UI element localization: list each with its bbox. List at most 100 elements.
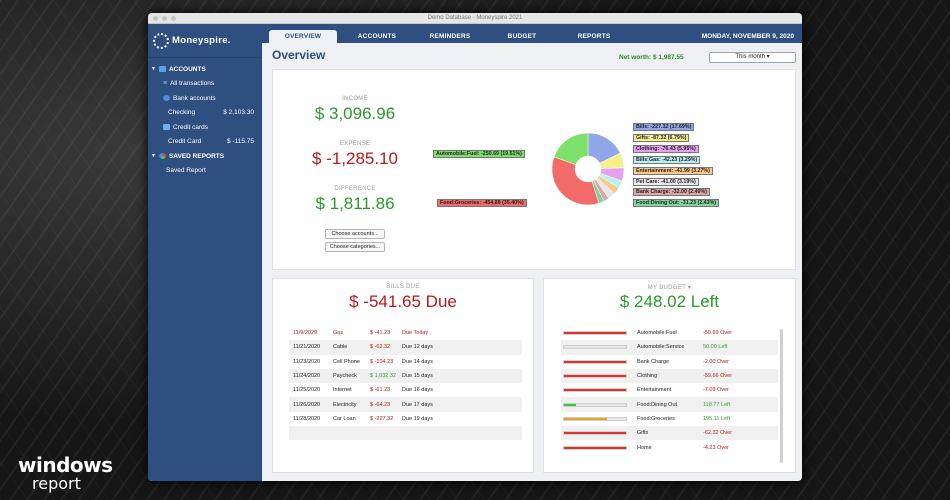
budget-progress-bar bbox=[563, 374, 627, 379]
budget-progress-bar bbox=[563, 445, 627, 450]
budget-row[interactable]: Automobile:Fuel -50.69 Over bbox=[561, 326, 778, 340]
income-label: INCOME bbox=[342, 96, 368, 102]
budget-progress-bar bbox=[563, 431, 627, 436]
bill-name: Car Loan bbox=[333, 415, 356, 422]
bill-amount: $ -61.23 bbox=[370, 387, 391, 394]
app-window: Demo Database - Moneyspire 2021 Moneyspi… bbox=[148, 13, 802, 481]
budget-progress-bar bbox=[563, 345, 627, 350]
budget-progress-fill bbox=[564, 375, 626, 378]
budget-progress-bar bbox=[563, 388, 627, 393]
disclosure-triangle-icon[interactable]: ▼ bbox=[151, 66, 156, 72]
sidebar-accounts-header[interactable]: ▼ ACCOUNTS bbox=[148, 62, 262, 77]
bill-name: Internet bbox=[333, 387, 352, 394]
bill-row[interactable]: 11/21/2020 Cable $ -62.32 Due 12 days bbox=[289, 340, 522, 355]
choose-accounts-button[interactable]: Choose accounts... bbox=[325, 229, 385, 239]
sidebar-item-credit-card[interactable]: Credit Card $ -115.75 bbox=[148, 135, 262, 150]
pie-callout-9: Automobile:Fuel: -250.69 (19.51%) bbox=[433, 150, 525, 158]
pie-callout-2: Clothing: -76.43 (5.95%) bbox=[633, 144, 699, 153]
disclosure-triangle-icon[interactable]: ▼ bbox=[151, 153, 156, 159]
pie-callout-4: Entertainment: -41.99 (3.27%) bbox=[633, 166, 713, 175]
bill-row[interactable]: 11/23/2020 Cell Phone $ -104.23 Due 14 days bbox=[289, 355, 522, 369]
budget-row[interactable]: Food:Groceries 195.11 Left bbox=[561, 412, 778, 426]
budget-category: Food:Dining Out bbox=[637, 401, 678, 408]
budget-scrollbar[interactable] bbox=[780, 329, 783, 463]
title-bar: Demo Database - Moneyspire 2021 bbox=[148, 13, 802, 24]
main-content: Overview Net worth: $ 1,987.55 This mont… bbox=[262, 43, 802, 481]
bill-row[interactable]: 11/28/2020 Car Loan $ -227.32 Due 19 days bbox=[289, 412, 522, 426]
budget-row[interactable]: Gifts -62.32 Over bbox=[561, 426, 778, 441]
net-worth: Net worth: $ 1,987.55 bbox=[619, 54, 684, 61]
bill-row[interactable]: 11/24/2020 Paycheck $ 1,032.32 Due 15 days bbox=[289, 368, 522, 384]
sidebar-saved-reports-header[interactable]: ▼ SAVED REPORTS bbox=[148, 149, 262, 164]
bill-name: Cable bbox=[333, 344, 348, 351]
budget-row[interactable]: Home -4.23 Over bbox=[561, 440, 778, 454]
budget-amount: 50.00 Left bbox=[703, 344, 728, 351]
budget-row[interactable]: Automobile:Service 50.00 Left bbox=[561, 340, 778, 355]
my-budget-dropdown[interactable]: MY BUDGET ▾ bbox=[544, 284, 795, 291]
tab-budget[interactable]: BUDGET bbox=[490, 30, 554, 43]
sidebar-item-bank-accounts[interactable]: Bank accounts bbox=[148, 91, 262, 106]
income-value: $ 3,096.96 bbox=[314, 104, 396, 123]
budget-panel: MY BUDGET ▾ $ 248.02 Left Automobile:Fue… bbox=[543, 278, 796, 473]
bill-row[interactable]: 11/9/2020 Gas $ -41.23 Due Today bbox=[289, 326, 522, 340]
bill-date: 11/23/2020 bbox=[293, 358, 321, 365]
window-controls bbox=[153, 16, 176, 21]
bill-row[interactable]: 11/26/2020 Electricity $ -64.23 Due 17 days bbox=[289, 397, 522, 412]
period-select[interactable]: This month ▾ bbox=[709, 52, 796, 63]
bills-due-total: $ -541.65 Due bbox=[349, 292, 457, 311]
budget-progress-fill bbox=[564, 332, 626, 335]
tab-reports[interactable]: REPORTS bbox=[562, 30, 626, 43]
choose-categories-button[interactable]: Choose categories... bbox=[325, 242, 385, 252]
budget-amount: -2.00 Over bbox=[703, 358, 729, 365]
close-window-button[interactable] bbox=[153, 16, 158, 21]
sidebar-item-checking[interactable]: Checking $ 2,103.30 bbox=[148, 106, 262, 121]
current-date: MONDAY, NOVEMBER 9, 2020 bbox=[701, 33, 794, 40]
sidebar-item-saved-report[interactable]: Saved Report bbox=[148, 164, 262, 179]
pie-callout-0: Bills: -227.32 (17.69%) bbox=[633, 123, 695, 131]
pie-callout-3: Bills:Gas: -42.23 (3.29%) bbox=[633, 155, 701, 164]
budget-row[interactable]: Food:Dining Out 118.77 Left bbox=[561, 397, 778, 412]
summary-panel: INCOME $ 3,096.96 EXPENSE $ -1,285.10 DI… bbox=[272, 69, 796, 270]
tab-accounts[interactable]: ACCOUNTS bbox=[346, 30, 408, 43]
tab-reminders[interactable]: REMINDERS bbox=[418, 30, 482, 43]
logo-icon bbox=[153, 32, 169, 49]
bill-date: 11/25/2020 bbox=[293, 387, 321, 394]
budget-category: Automobile:Service bbox=[637, 344, 685, 351]
bank-icon bbox=[163, 95, 170, 102]
bill-status: Due 14 days bbox=[402, 358, 433, 365]
budget-total: $ 248.02 Left bbox=[619, 292, 720, 311]
bill-amount: $ -41.23 bbox=[370, 330, 391, 337]
budget-category: Home bbox=[637, 444, 652, 451]
bill-row[interactable]: 11/25/2020 Internet $ -61.23 Due 16 days bbox=[289, 383, 522, 397]
bill-date: 11/9/2020 bbox=[293, 330, 318, 337]
tab-overview[interactable]: OVERVIEW bbox=[269, 30, 337, 43]
bill-name: Electricity bbox=[333, 401, 357, 408]
budget-category: Food:Groceries bbox=[637, 415, 675, 422]
bill-status: Due Today bbox=[402, 330, 429, 337]
minimize-window-button[interactable] bbox=[162, 16, 167, 21]
budget-category: Clothing bbox=[637, 373, 658, 380]
bills-table: 11/9/2020 Gas $ -41.23 Due Today 11/21/2020 C… bbox=[289, 326, 522, 455]
bill-amount: $ -227.32 bbox=[370, 415, 394, 422]
pie-callout-8: Food:Groceries: -454.89 (35.40%) bbox=[437, 199, 527, 207]
budget-amount: 118.77 Left bbox=[703, 401, 731, 408]
bill-status: Due 17 days bbox=[402, 401, 433, 408]
bills-due-panel: BILLS DUE $ -541.65 Due 11/9/2020 Gas $ -4… bbox=[272, 278, 534, 473]
budget-row[interactable]: Clothing -59.66 Over bbox=[561, 368, 778, 384]
sidebar-item-credit-cards[interactable]: Credit cards bbox=[148, 120, 262, 135]
sidebar-item-all-transactions[interactable]: ≡ All transactions bbox=[148, 77, 262, 92]
zoom-window-button[interactable] bbox=[171, 16, 176, 21]
bill-amount: $ 1,032.32 bbox=[370, 373, 396, 380]
bill-amount: $ -104.23 bbox=[370, 358, 394, 365]
accounts-icon bbox=[158, 66, 166, 73]
difference-label: DIFFERENCE bbox=[334, 186, 376, 192]
credit-card-balance: $ -115.75 bbox=[227, 138, 254, 146]
budget-row[interactable]: Bank Charge -2.00 Over bbox=[561, 355, 778, 369]
budget-row[interactable]: Entertainment -7.09 Over bbox=[561, 383, 778, 397]
reports-pie-icon bbox=[158, 153, 166, 160]
budget-progress-fill bbox=[564, 417, 608, 420]
app-name: Moneyspire. bbox=[172, 35, 231, 46]
bill-status: Due 15 days bbox=[402, 373, 433, 380]
expense-value: $ -1,285.10 bbox=[311, 149, 398, 168]
bill-row-empty bbox=[289, 440, 522, 454]
